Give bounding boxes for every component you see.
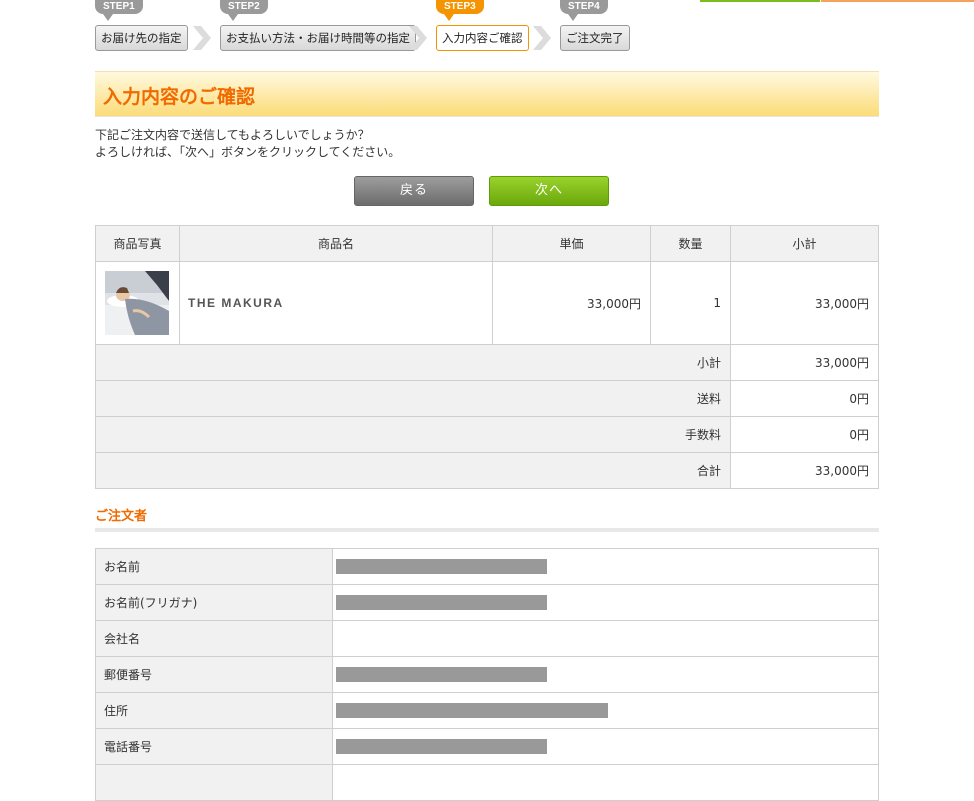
next-button[interactable]: 次へ bbox=[489, 176, 609, 206]
field-label: 住所 bbox=[95, 692, 333, 729]
summary-row-total: 合計 33,000円 bbox=[95, 452, 879, 489]
step-2-badge: STEP2 bbox=[220, 0, 268, 14]
summary-row-subtotal: 小計 33,000円 bbox=[95, 344, 879, 381]
step-3-badge: STEP3 bbox=[436, 0, 484, 14]
field-label: 電話番号 bbox=[95, 728, 333, 765]
step-4-badge: STEP4 bbox=[560, 0, 608, 14]
field-label: お名前 bbox=[95, 548, 333, 585]
table-row bbox=[95, 764, 879, 801]
field-label: 会社名 bbox=[95, 620, 333, 657]
summary-label: 合計 bbox=[95, 452, 731, 489]
summary-row-fee: 手数料 0円 bbox=[95, 416, 879, 453]
page-heading-bar: 入力内容のご確認 bbox=[95, 71, 879, 117]
field-label: お名前(フリガナ) bbox=[95, 584, 333, 621]
field-value-redacted bbox=[332, 548, 879, 585]
order-table-header: 商品写真 商品名 単価 数量 小計 bbox=[95, 225, 879, 262]
checkout-steps: STEP1 お届け先の指定 STEP2 お支払い方法・お届け時間等の指定 STE… bbox=[95, 0, 655, 52]
order-table: 商品写真 商品名 単価 数量 小計 THE MAKURA 33,000円 1 3… bbox=[95, 225, 879, 489]
col-header-qty: 数量 bbox=[650, 225, 731, 262]
step-1-label: お届け先の指定 bbox=[95, 25, 188, 51]
field-label bbox=[95, 764, 333, 801]
table-row: お名前 bbox=[95, 548, 879, 585]
field-value-redacted bbox=[332, 692, 879, 729]
step-1-pointer bbox=[103, 14, 113, 21]
section-divider bbox=[95, 528, 879, 532]
intro-line-1: 下記ご注文内容で送信してもよろしいでしょうか？ bbox=[95, 128, 370, 142]
redacted-block bbox=[336, 595, 547, 610]
summary-value: 33,000円 bbox=[730, 452, 879, 489]
back-button[interactable]: 戻る bbox=[354, 176, 474, 206]
product-price: 33,000円 bbox=[492, 261, 651, 345]
chevron-right-icon bbox=[533, 26, 551, 50]
product-photo-cell bbox=[95, 261, 180, 345]
table-row: THE MAKURA 33,000円 1 33,000円 bbox=[95, 261, 879, 345]
redacted-block bbox=[336, 703, 608, 718]
table-row: 電話番号 bbox=[95, 728, 879, 765]
top-accent-orange bbox=[821, 0, 974, 2]
summary-label: 小計 bbox=[95, 344, 731, 381]
redacted-block bbox=[336, 739, 547, 754]
col-header-photo: 商品写真 bbox=[95, 225, 180, 262]
product-quantity: 1 bbox=[650, 261, 731, 345]
field-value-redacted bbox=[332, 584, 879, 621]
orderer-table: お名前 お名前(フリガナ) 会社名 郵便番号 住所 電話番号 bbox=[95, 548, 879, 801]
chevron-right-icon bbox=[193, 26, 211, 50]
col-header-price: 単価 bbox=[492, 225, 651, 262]
table-row: 郵便番号 bbox=[95, 656, 879, 693]
field-value-redacted bbox=[332, 656, 879, 693]
field-value-empty bbox=[332, 764, 879, 801]
step-4-label: ご注文完了 bbox=[560, 25, 630, 51]
step-1-badge: STEP1 bbox=[95, 0, 143, 14]
step-3-pointer bbox=[444, 14, 454, 21]
intro-line-2: よろしければ、「次へ」ボタンをクリックしてください。 bbox=[95, 145, 401, 159]
summary-value: 0円 bbox=[730, 416, 879, 453]
product-subtotal: 33,000円 bbox=[730, 261, 879, 345]
field-value-empty bbox=[332, 620, 879, 657]
step-4-pointer bbox=[568, 14, 578, 21]
field-value-redacted bbox=[332, 728, 879, 765]
product-photo[interactable] bbox=[105, 271, 169, 335]
top-accent-green bbox=[700, 0, 820, 2]
table-row: 会社名 bbox=[95, 620, 879, 657]
summary-label: 手数料 bbox=[95, 416, 731, 453]
table-row: 住所 bbox=[95, 692, 879, 729]
table-row: お名前(フリガナ) bbox=[95, 584, 879, 621]
intro-text: 下記ご注文内容で送信してもよろしいでしょうか？ よろしければ、「次へ」ボタンをク… bbox=[95, 127, 400, 161]
field-label: 郵便番号 bbox=[95, 656, 333, 693]
summary-value: 33,000円 bbox=[730, 344, 879, 381]
step-3-label: 入力内容ご確認 bbox=[436, 25, 529, 51]
col-header-subtotal: 小計 bbox=[730, 225, 879, 262]
step-2-label: お支払い方法・お届け時間等の指定 bbox=[220, 25, 416, 51]
chevron-right-icon bbox=[409, 26, 427, 50]
summary-label: 送料 bbox=[95, 380, 731, 417]
redacted-block bbox=[336, 667, 547, 682]
orderer-section-title: ご注文者 bbox=[95, 509, 148, 524]
summary-value: 0円 bbox=[730, 380, 879, 417]
product-name[interactable]: THE MAKURA bbox=[179, 261, 493, 345]
col-header-name: 商品名 bbox=[179, 225, 493, 262]
summary-row-shipping: 送料 0円 bbox=[95, 380, 879, 417]
step-2-pointer bbox=[228, 14, 238, 21]
page-title: 入力内容のご確認 bbox=[103, 86, 256, 108]
redacted-block bbox=[336, 559, 547, 574]
